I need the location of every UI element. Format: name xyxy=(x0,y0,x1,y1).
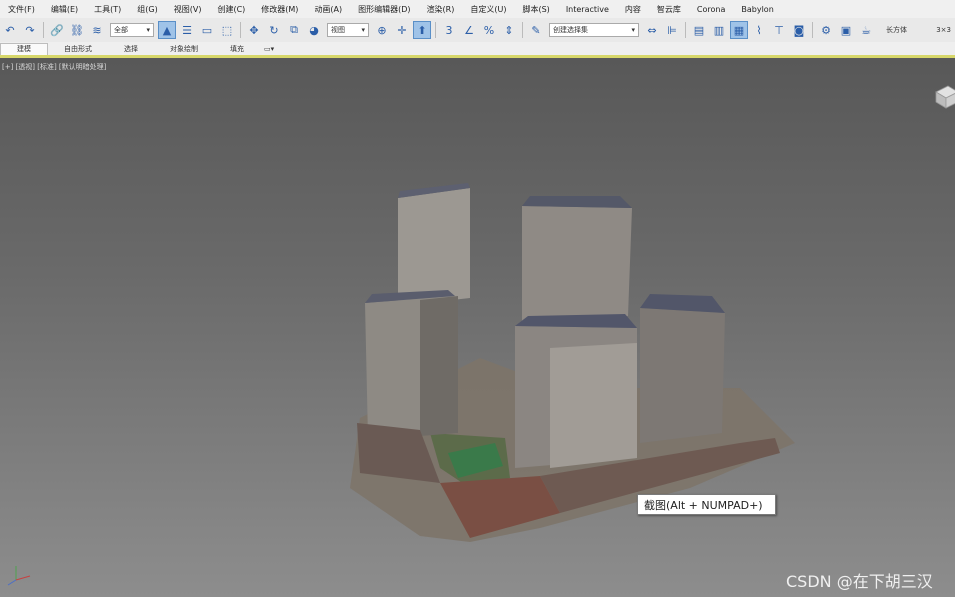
pivot-center-icon[interactable]: ⊕ xyxy=(373,21,391,39)
ribbon-options-icon[interactable]: ▭▾ xyxy=(260,44,278,55)
watermark-text: CSDN @在下胡三汉 xyxy=(786,572,933,591)
select-by-name-icon[interactable]: ☰ xyxy=(178,21,196,39)
unlink-icon[interactable]: ⛓ xyxy=(68,21,86,39)
place-icon[interactable]: ◕ xyxy=(305,21,323,39)
menu-file[interactable]: 文件(F) xyxy=(0,4,43,15)
render-production-icon[interactable]: ☕ xyxy=(857,21,875,39)
snaps-toggle-icon[interactable]: 3 xyxy=(440,21,458,39)
menu-corona[interactable]: Corona xyxy=(689,5,733,14)
toolbar-separator xyxy=(240,22,241,38)
perspective-viewport[interactable]: [+] [透视] [标准] [默认明暗处理] 截图(Alt + NUMPAD+)… xyxy=(0,58,955,597)
menu-graph-editors[interactable]: 图形编辑器(D) xyxy=(350,4,418,15)
ribbon-toggle-icon[interactable]: ▦ xyxy=(730,21,748,39)
menu-cloud-library[interactable]: 智云库 xyxy=(649,4,689,15)
toolbar-separator xyxy=(435,22,436,38)
reference-coord-dropdown[interactable]: 视图 ▾ xyxy=(327,23,369,37)
edit-named-selection-icon[interactable]: ✎ xyxy=(527,21,545,39)
menu-bar: 文件(F) 编辑(E) 工具(T) 组(G) 视图(V) 创建(C) 修改器(M… xyxy=(0,0,955,18)
tab-selection[interactable]: 选择 xyxy=(108,44,154,55)
axis-gizmo-icon xyxy=(7,566,31,586)
scale-icon[interactable]: ⧉ xyxy=(285,21,303,39)
toolbar-separator xyxy=(812,22,813,38)
select-manipulate-icon[interactable]: ✛ xyxy=(393,21,411,39)
layer-explorer-icon[interactable]: ▥ xyxy=(710,21,728,39)
selection-filter-value: 全部 xyxy=(114,26,128,34)
main-toolbar: ↶ ↷ 🔗 ⛓ ≋ 全部 ▾ ▲ ☰ ▭ ⬚ ✥ ↻ ⧉ ◕ 视图 ▾ ⊕ ✛ ⬆ … xyxy=(0,18,955,43)
keyboard-shortcut-override-icon[interactable]: ⬆ xyxy=(413,21,431,39)
rotate-icon[interactable]: ↻ xyxy=(265,21,283,39)
redo-icon[interactable]: ↷ xyxy=(21,21,39,39)
curve-editor-icon[interactable]: ⌇ xyxy=(750,21,768,39)
menu-rendering[interactable]: 渲染(R) xyxy=(419,4,463,15)
scene-explorer-icon[interactable]: ▤ xyxy=(690,21,708,39)
menu-scripting[interactable]: 脚本(S) xyxy=(514,4,557,15)
tab-modeling[interactable]: 建模 xyxy=(0,43,48,55)
named-selection-dropdown[interactable]: 创建选择集 ▾ xyxy=(549,23,639,37)
menu-animation[interactable]: 动画(A) xyxy=(306,4,350,15)
schematic-view-icon[interactable]: ⊤ xyxy=(770,21,788,39)
tab-populate[interactable]: 填充 xyxy=(214,44,260,55)
select-object-icon[interactable]: ▲ xyxy=(158,21,176,39)
viewcube-icon[interactable] xyxy=(930,80,955,110)
selection-filter-dropdown[interactable]: 全部 ▾ xyxy=(110,23,154,37)
menu-create[interactable]: 创建(C) xyxy=(209,4,253,15)
menu-interactive[interactable]: Interactive xyxy=(558,5,617,14)
screenshot-tooltip: 截图(Alt + NUMPAD+) xyxy=(637,494,776,515)
window-crossing-icon[interactable]: ⬚ xyxy=(218,21,236,39)
ribbon-tabs: 建模 自由形式 选择 对象绘制 填充 ▭▾ xyxy=(0,42,955,55)
chevron-down-icon: ▾ xyxy=(146,26,150,34)
menu-group[interactable]: 组(G) xyxy=(129,4,165,15)
menu-babylon[interactable]: Babylon xyxy=(733,5,781,14)
mirror-icon[interactable]: ⇔ xyxy=(643,21,661,39)
tooltip-text: 截图(Alt + NUMPAD+) xyxy=(644,498,763,512)
percent-snap-icon[interactable]: % xyxy=(480,21,498,39)
angle-snap-icon[interactable]: ∠ xyxy=(460,21,478,39)
link-icon[interactable]: 🔗 xyxy=(48,21,66,39)
bind-space-warp-icon[interactable]: ≋ xyxy=(88,21,106,39)
undo-icon[interactable]: ↶ xyxy=(1,21,19,39)
menu-customize[interactable]: 自定义(U) xyxy=(462,4,514,15)
rectangular-selection-icon[interactable]: ▭ xyxy=(198,21,216,39)
menu-views[interactable]: 视图(V) xyxy=(166,4,210,15)
toolbar-separator xyxy=(685,22,686,38)
move-icon[interactable]: ✥ xyxy=(245,21,263,39)
spinner-snap-icon[interactable]: ⇕ xyxy=(500,21,518,39)
toolbar-separator xyxy=(43,22,44,38)
tab-freeform[interactable]: 自由形式 xyxy=(48,44,108,55)
align-icon[interactable]: ⊫ xyxy=(663,21,681,39)
named-selection-value: 创建选择集 xyxy=(553,26,588,34)
menu-tools[interactable]: 工具(T) xyxy=(86,4,129,15)
rendered-frame-window-icon[interactable]: ▣ xyxy=(837,21,855,39)
toolbar-object-label: 长方体 xyxy=(886,26,907,34)
menu-edit[interactable]: 编辑(E) xyxy=(43,4,86,15)
chevron-down-icon: ▾ xyxy=(631,26,635,34)
chevron-down-icon: ▾ xyxy=(361,26,365,34)
building-model xyxy=(350,183,795,542)
toolbar-separator xyxy=(522,22,523,38)
reference-coord-value: 视图 xyxy=(331,26,345,34)
toolbar-grid-value: 3×3 xyxy=(936,26,951,34)
menu-content[interactable]: 内容 xyxy=(617,4,649,15)
tab-object-paint[interactable]: 对象绘制 xyxy=(154,44,214,55)
material-editor-icon[interactable]: ◙ xyxy=(790,21,808,39)
menu-modifiers[interactable]: 修改器(M) xyxy=(253,4,306,15)
render-setup-icon[interactable]: ⚙ xyxy=(817,21,835,39)
